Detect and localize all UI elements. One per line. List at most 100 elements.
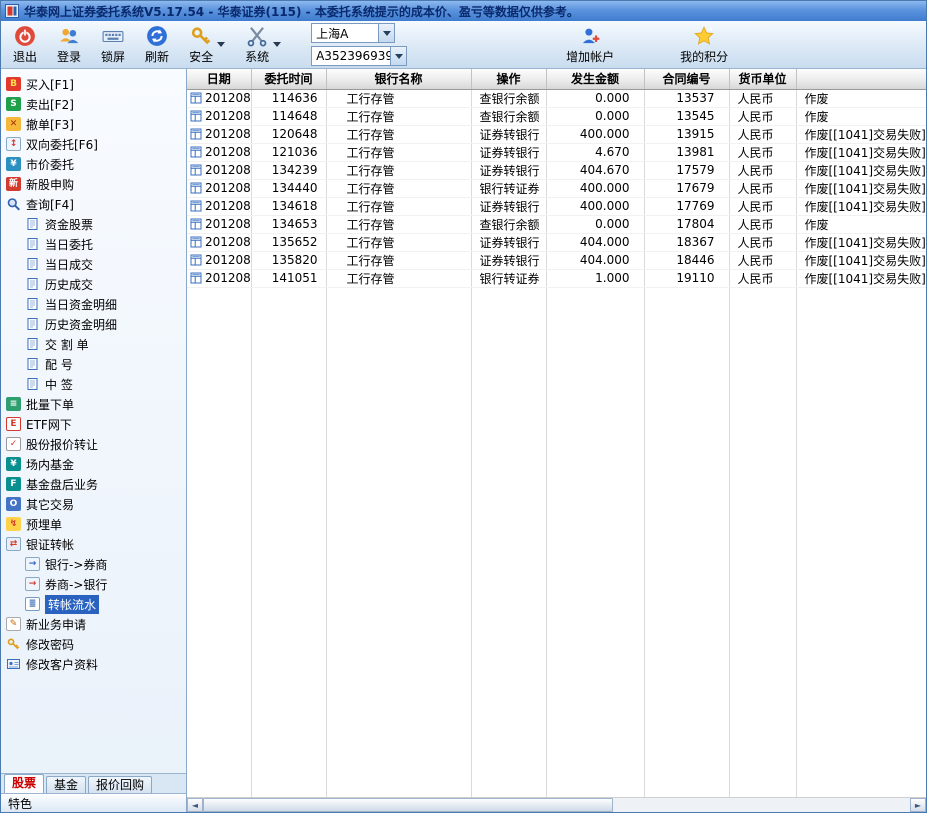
sidebar-item-label: 当日资金明细 (45, 296, 117, 313)
chevron-down-icon[interactable] (378, 24, 394, 42)
column-header-0[interactable]: 日期 (187, 69, 251, 89)
sidebar-item-etf-offline[interactable]: EETF网下 (1, 414, 186, 434)
form-icon (190, 236, 202, 248)
table-cell: 查银行余额 (471, 215, 546, 233)
sidebar-item-share-quote-transfer[interactable]: ✓股份报价转让 (1, 434, 186, 454)
tab-stocks[interactable]: 股票 (4, 774, 44, 793)
sidebar-item-other-trade[interactable]: O其它交易 (1, 494, 186, 514)
column-header-6[interactable]: 货币单位 (729, 69, 796, 89)
sidebar-item-fund-after-hours[interactable]: F基金盘后业务 (1, 474, 186, 494)
dual-order-icon: ↕ (6, 137, 21, 151)
table-cell: 13915 (644, 125, 729, 143)
buy-icon: B (6, 77, 21, 91)
horizontal-scrollbar[interactable]: ◄ ► (187, 797, 926, 812)
sidebar-item-label: 新业务申请 (26, 616, 86, 633)
scroll-right-button[interactable]: ► (910, 798, 926, 812)
system-button[interactable]: 系统 (241, 23, 285, 67)
scrollbar-track[interactable] (203, 798, 910, 812)
lock-screen-button[interactable]: 锁屏 (97, 23, 129, 67)
table-row[interactable]: 20120821134618工行存管证券转银行400.00017769人民币作废… (187, 197, 926, 215)
security-button-label: 安全 (189, 48, 213, 65)
table-row[interactable]: 20120821114648工行存管查银行余额0.00013545人民币作废 (187, 107, 926, 125)
doc-icon (25, 217, 40, 231)
sidebar-item-query[interactable]: 查询[F4] (1, 194, 186, 214)
doc-icon (25, 377, 40, 391)
account-select-value: A352396939 (312, 49, 390, 63)
table-cell: 141051 (251, 269, 326, 287)
table-cell: 人民币 (729, 197, 796, 215)
sidebar-item-label: 查询[F4] (26, 196, 74, 213)
table-row[interactable]: 20120821135652工行存管证券转银行404.00018367人民币作废… (187, 233, 926, 251)
column-header-7[interactable] (796, 69, 926, 89)
sidebar-item-transfer-flow[interactable]: ≣转帐流水 (1, 594, 186, 614)
market-select[interactable]: 上海A (311, 23, 395, 43)
column-header-1[interactable]: 委托时间 (251, 69, 326, 89)
sidebar-item-lottery-hit[interactable]: 中 签 (1, 374, 186, 394)
sidebar-item-new-business[interactable]: ✎新业务申请 (1, 614, 186, 634)
window-title: 华泰网上证券委托系统V5.17.54 - 华泰证券(115) - 本委托系统提示… (24, 3, 579, 20)
sidebar-item-ipo-subscribe[interactable]: 新新股申购 (1, 174, 186, 194)
login-button[interactable]: 登录 (53, 23, 85, 67)
sidebar-item-bank-to-broker[interactable]: →银行->券商 (1, 554, 186, 574)
column-header-3[interactable]: 操作 (471, 69, 546, 89)
table-cell: 17769 (644, 197, 729, 215)
panel-footer-label: 特色 (8, 795, 32, 812)
sidebar-item-batch-order[interactable]: ≡批量下单 (1, 394, 186, 414)
sidebar-item-bank-transfer[interactable]: ⇄银证转帐 (1, 534, 186, 554)
sidebar-item-change-password[interactable]: 修改密码 (1, 634, 186, 654)
sidebar-item-edit-profile[interactable]: 修改客户资料 (1, 654, 186, 674)
sidebar-item-allot-number[interactable]: 配 号 (1, 354, 186, 374)
account-select[interactable]: A352396939 (311, 46, 407, 66)
sidebar-item-exchange-fund[interactable]: ¥场内基金 (1, 454, 186, 474)
add-account-button[interactable]: 增加帐户 (562, 23, 618, 67)
chevron-down-icon[interactable] (273, 42, 281, 47)
refresh-button[interactable]: 刷新 (141, 23, 173, 67)
scrollbar-thumb[interactable] (203, 798, 613, 812)
table-row[interactable]: 20120821134653工行存管查银行余额0.00017804人民币作废 (187, 215, 926, 233)
table-row[interactable]: 20120821120648工行存管证券转银行400.00013915人民币作废… (187, 125, 926, 143)
refresh-button-label: 刷新 (145, 48, 169, 65)
sidebar-item-label: 当日成交 (45, 256, 93, 273)
form-icon (190, 182, 202, 194)
column-header-2[interactable]: 银行名称 (326, 69, 471, 89)
sidebar-item-buy[interactable]: B买入[F1] (1, 74, 186, 94)
sidebar-item-history-deals[interactable]: 历史成交 (1, 274, 186, 294)
sidebar-item-cancel-order[interactable]: ✕撤单[F3] (1, 114, 186, 134)
scroll-left-button[interactable]: ◄ (187, 798, 203, 812)
sidebar-item-market-order[interactable]: ¥市价委托 (1, 154, 186, 174)
security-button[interactable]: 安全 (185, 23, 229, 67)
table-cell: 20120821 (187, 215, 251, 233)
sidebar-item-today-deals[interactable]: 当日成交 (1, 254, 186, 274)
sidebar-item-sell[interactable]: S卖出[F2] (1, 94, 186, 114)
table-row[interactable]: 20120821134440工行存管银行转证券400.00017679人民币作废… (187, 179, 926, 197)
exit-button[interactable]: 退出 (9, 23, 41, 67)
table-header-row: 日期委托时间银行名称操作发生金额合同编号货币单位 (187, 69, 926, 89)
table-cell: 银行转证券 (471, 179, 546, 197)
table-row[interactable]: 20120821141051工行存管银行转证券1.00019110人民币作废[[… (187, 269, 926, 287)
panel-footer-tese[interactable]: 特色 (1, 794, 186, 812)
table-cell: 404.000 (546, 233, 644, 251)
form-icon (190, 200, 202, 212)
sidebar-item-dual-order[interactable]: ↕双向委托[F6] (1, 134, 186, 154)
table-row[interactable]: 20120821134239工行存管证券转银行404.67017579人民币作废… (187, 161, 926, 179)
table-row[interactable]: 20120821121036工行存管证券转银行4.67013981人民币作废[[… (187, 143, 926, 161)
form-icon (190, 146, 202, 158)
sidebar-item-pre-order[interactable]: ↯预埋单 (1, 514, 186, 534)
sidebar-item-broker-to-bank[interactable]: →券商->银行 (1, 574, 186, 594)
column-header-4[interactable]: 发生金额 (546, 69, 644, 89)
table-cell: 134239 (251, 161, 326, 179)
table-row[interactable]: 20120821114636工行存管查银行余额0.00013537人民币作废 (187, 89, 926, 107)
chevron-down-icon[interactable] (390, 47, 406, 65)
my-points-button[interactable]: 我的积分 (676, 23, 732, 67)
tab-quote-repo[interactable]: 报价回购 (88, 776, 152, 793)
table-row[interactable]: 20120821135820工行存管证券转银行404.00018446人民币作废… (187, 251, 926, 269)
sidebar-item-today-fund-detail[interactable]: 当日资金明细 (1, 294, 186, 314)
sidebar-item-history-fund-detail[interactable]: 历史资金明细 (1, 314, 186, 334)
sidebar-item-fund-stock[interactable]: 资金股票 (1, 214, 186, 234)
sidebar-item-delivery-note[interactable]: 交 割 单 (1, 334, 186, 354)
sidebar-item-today-orders[interactable]: 当日委托 (1, 234, 186, 254)
chevron-down-icon[interactable] (217, 42, 225, 47)
column-header-5[interactable]: 合同编号 (644, 69, 729, 89)
table-cell: 0.000 (546, 215, 644, 233)
tab-funds[interactable]: 基金 (46, 776, 86, 793)
